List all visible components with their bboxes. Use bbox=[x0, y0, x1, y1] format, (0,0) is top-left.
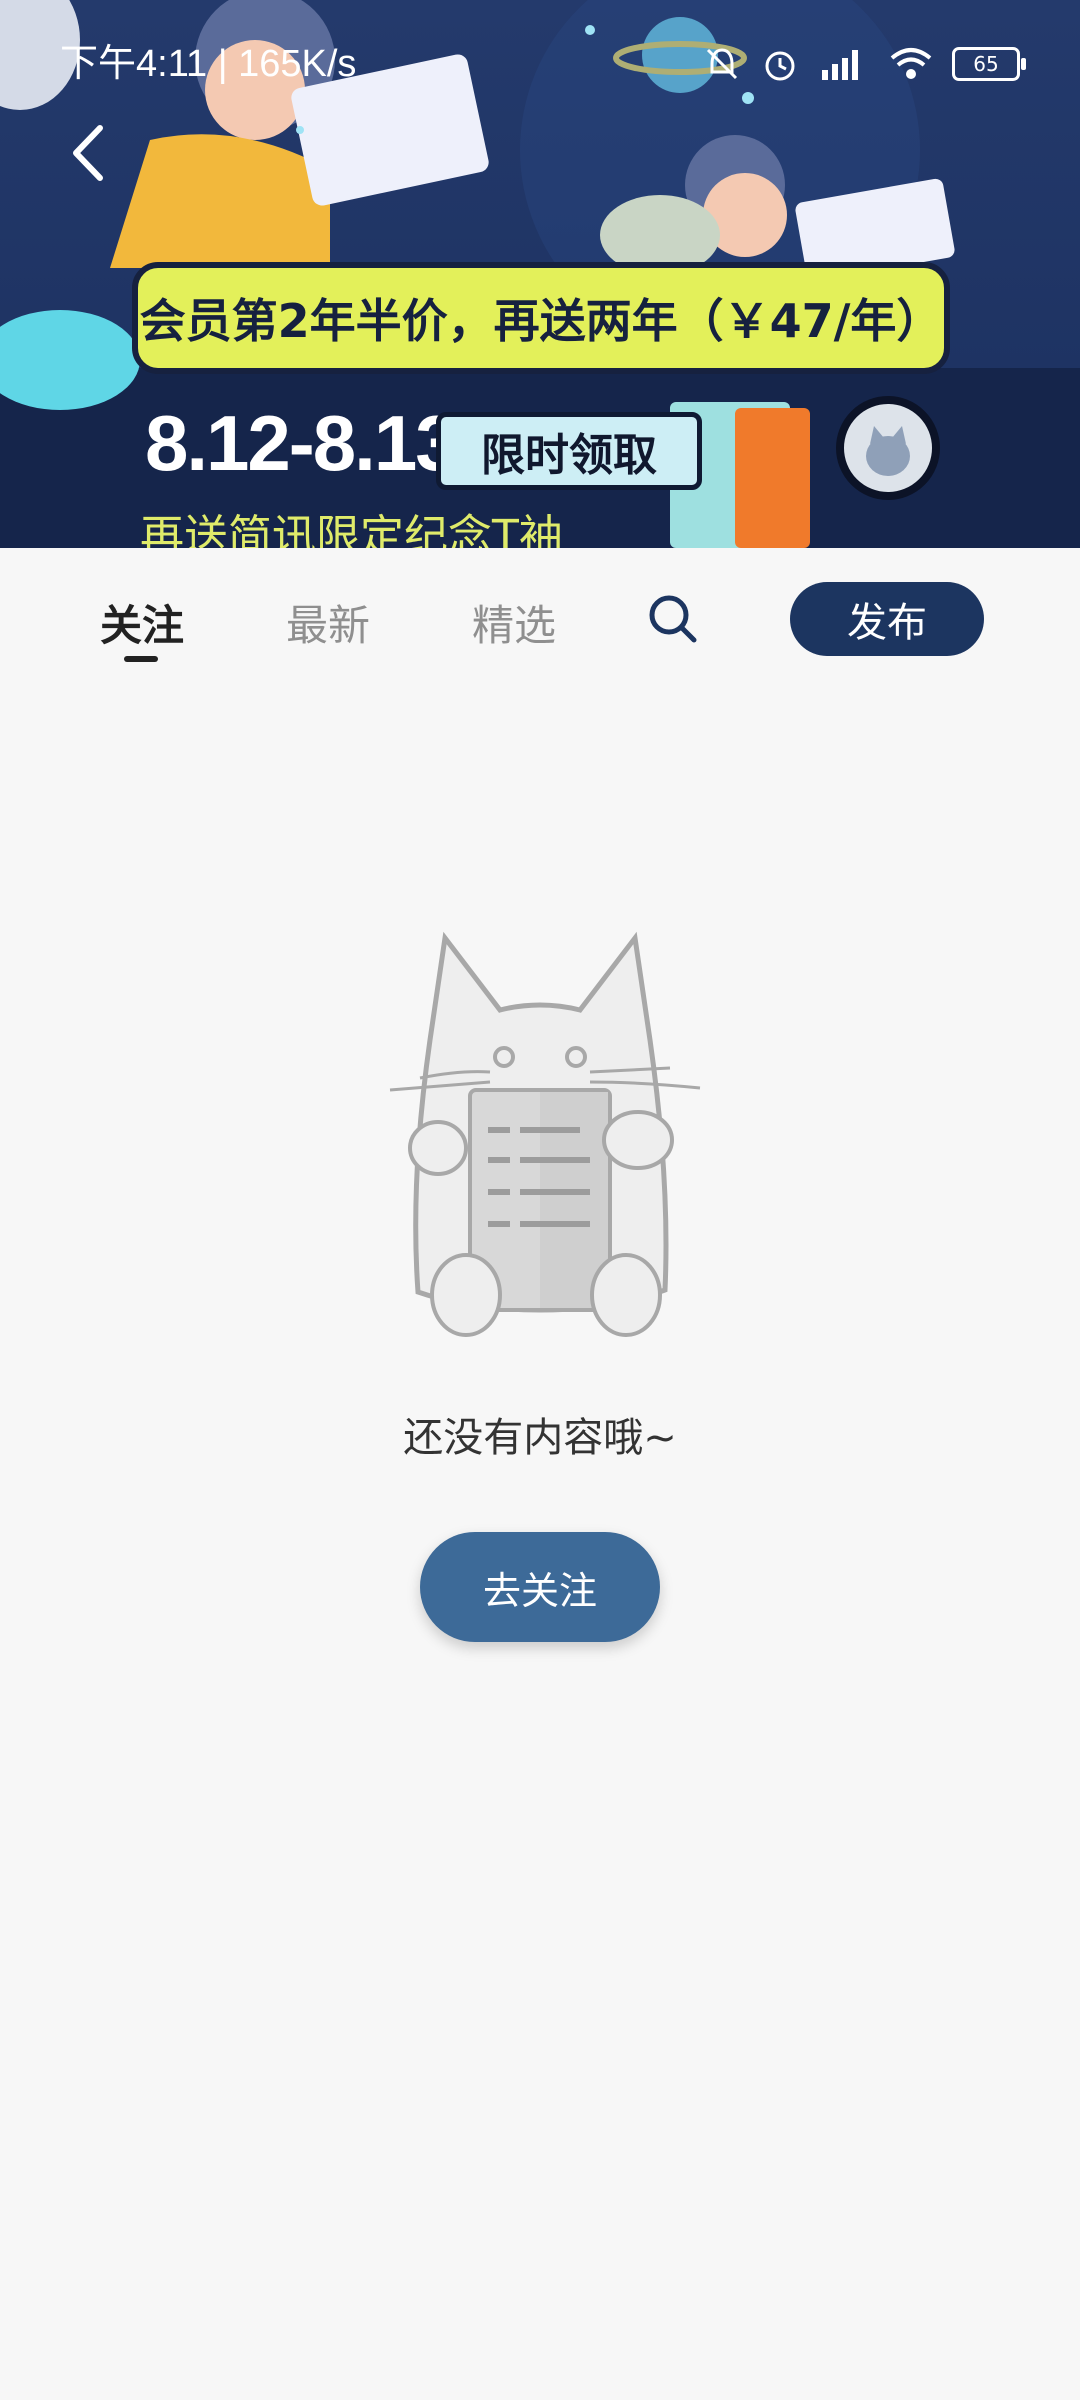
back-arrow-icon[interactable] bbox=[58, 118, 118, 188]
tab-latest[interactable]: 最新 bbox=[286, 592, 370, 653]
status-icons: 65 bbox=[702, 38, 1026, 90]
status-bar: 下午4:11 | 165K/s 65 bbox=[0, 0, 1080, 110]
tab-featured[interactable]: 精选 bbox=[472, 592, 556, 653]
go-follow-button[interactable]: 去关注 bbox=[420, 1532, 660, 1642]
signal-icon bbox=[822, 50, 858, 80]
empty-state-message: 还没有内容哦~ bbox=[403, 1415, 677, 1461]
feed-tabs: 关注 最新 精选 发布 bbox=[0, 548, 1080, 688]
promo-date-range: 8.12-8.13 bbox=[145, 399, 459, 487]
publish-button[interactable]: 发布 bbox=[790, 582, 984, 656]
tab-follow[interactable]: 关注 bbox=[100, 592, 184, 653]
empty-cat-illustration bbox=[389, 931, 701, 1337]
status-time: 下午4:11 | 165K/s bbox=[60, 43, 357, 85]
battery-indicator: 65 bbox=[952, 47, 1026, 81]
bell-off-icon bbox=[706, 48, 738, 80]
limited-time-badge: 限时领取 bbox=[436, 412, 702, 490]
active-tab-indicator bbox=[124, 656, 158, 662]
alarm-icon bbox=[765, 51, 795, 81]
cat-avatar bbox=[836, 396, 940, 500]
promo-headline: 会员第2年半价，再送两年（￥47/年） bbox=[132, 262, 950, 374]
battery-level: 65 bbox=[973, 52, 999, 76]
cat-logo-icon bbox=[866, 426, 910, 476]
gift-text: 再送简讯限定纪念T袖 bbox=[140, 511, 563, 548]
search-icon[interactable] bbox=[646, 592, 700, 646]
wifi-icon bbox=[890, 48, 932, 79]
promo-banner[interactable]: 下午4:11 | 165K/s 65 会员第2年半价，再送两年（￥47/年） 8… bbox=[0, 0, 1080, 548]
